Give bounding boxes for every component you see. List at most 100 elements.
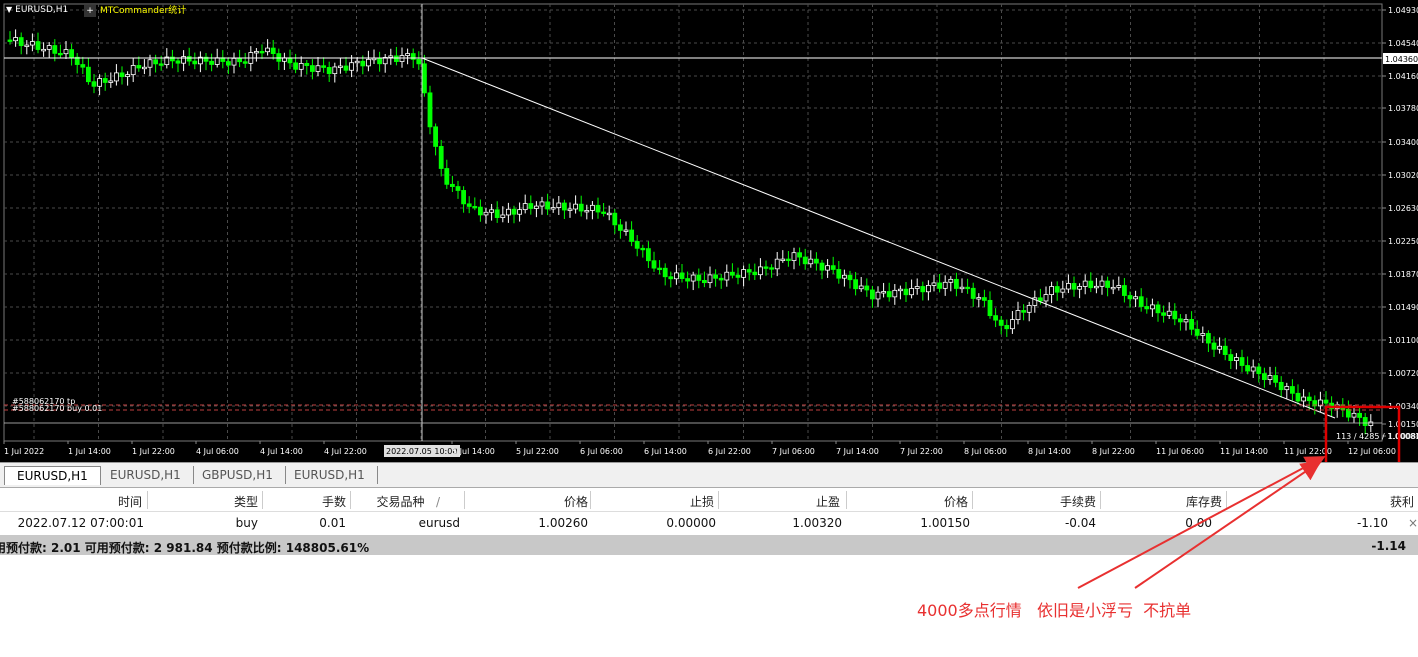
tab-eurusd-h1-1[interactable]: EURUSD,H1 (4, 466, 101, 485)
close-order-icon[interactable]: × (1408, 516, 1418, 530)
candle-body (461, 190, 467, 205)
col-price[interactable]: 价格 (564, 493, 588, 510)
col-profit[interactable]: 获利 (1390, 493, 1414, 510)
col-separator[interactable] (1100, 491, 1101, 509)
sort-icon: / (435, 495, 440, 509)
col-separator[interactable] (590, 491, 591, 509)
time-label: 7 Jul 06:00 (772, 447, 815, 456)
cell-current-price: 1.00150 (920, 516, 970, 530)
time-label: 6 Jul 22:00 (708, 447, 751, 456)
candle-body (1043, 294, 1049, 302)
candle-body (914, 286, 920, 289)
candle-body (1194, 328, 1200, 336)
col-separator[interactable] (972, 491, 973, 509)
cell-price: 1.00260 (538, 516, 588, 530)
candle-body (326, 67, 332, 75)
symbol-label[interactable]: ▼ EURUSD,H1 (6, 5, 68, 15)
candle-body (959, 286, 965, 290)
candle-body (948, 278, 954, 283)
col-time[interactable]: 时间 (118, 493, 142, 510)
dropdown-triangle-icon[interactable]: ▼ (6, 5, 12, 14)
summary-profit-total: -1.14 (1371, 539, 1406, 553)
candle-body (1273, 375, 1278, 383)
candle-body (1082, 280, 1088, 287)
candle-body (802, 256, 808, 265)
candle-body (702, 280, 707, 284)
candle-body (354, 60, 360, 64)
candle-body (875, 291, 881, 300)
candle-body (1245, 365, 1250, 372)
candle-body (29, 41, 35, 46)
col-lots[interactable]: 手数 (322, 493, 346, 510)
col-stoploss[interactable]: 止损 (690, 493, 714, 510)
tab-eurusd-h1-3[interactable]: EURUSD,H1 (282, 466, 378, 484)
crosshair-readout: 113 / 4285 / 1.00081 (1336, 432, 1418, 441)
candle-body (1071, 283, 1077, 290)
table-row[interactable]: 2022.07.12 07:00:01 buy 0.01 eurusd 1.00… (0, 512, 1418, 534)
col-separator[interactable] (262, 491, 263, 509)
col-separator[interactable] (1226, 491, 1227, 509)
col-separator[interactable] (718, 491, 719, 509)
col-type[interactable]: 类型 (234, 493, 258, 510)
candle-body (91, 81, 97, 87)
candle-body (646, 248, 651, 262)
candle-body (1267, 375, 1273, 380)
candle-body (13, 37, 19, 42)
candle-body (970, 287, 976, 299)
time-label: 7 Jul 14:00 (836, 447, 879, 456)
candle-body (214, 57, 220, 65)
candle-body (444, 168, 450, 185)
cell-type: buy (235, 516, 258, 530)
candle-body (898, 288, 903, 292)
candle-body (1306, 396, 1312, 402)
candle-body (1077, 286, 1082, 290)
col-current-price[interactable]: 价格 (944, 493, 968, 510)
time-label: 6 Jul 14:00 (644, 447, 687, 456)
tab-eurusd-h1-2[interactable]: EURUSD,H1 (98, 466, 194, 484)
candle-body (937, 282, 942, 289)
candle-body (18, 37, 24, 47)
candle-body (63, 49, 69, 55)
candle-body (606, 212, 612, 216)
candle-body (674, 272, 679, 280)
col-takeprofit[interactable]: 止盈 (816, 493, 840, 510)
candle-body (993, 315, 998, 321)
plus-icon[interactable]: + (84, 5, 96, 17)
candle-body (1066, 283, 1071, 290)
candle-body (472, 206, 478, 209)
candle-body (578, 203, 584, 212)
col-swap[interactable]: 库存费 (1186, 493, 1222, 510)
candle-body (136, 65, 142, 69)
candle-body (881, 291, 886, 294)
candle-body (421, 63, 427, 94)
tab-gbpusd-h1[interactable]: GBPUSD,H1 (190, 466, 286, 484)
candle-body (416, 58, 422, 65)
candle-body (774, 258, 780, 270)
candle-body (965, 286, 970, 290)
candle-body (1166, 310, 1172, 316)
candle-body (528, 203, 534, 209)
time-label: 1 Jul 2022 (4, 447, 44, 456)
col-separator[interactable] (464, 491, 465, 509)
candle-body (886, 291, 892, 298)
candle-body (298, 63, 304, 70)
candle-body (97, 78, 102, 87)
candle-body (853, 279, 858, 290)
col-commission[interactable]: 手续费 (1060, 493, 1096, 510)
candle-body (399, 55, 405, 62)
candle-body (1094, 285, 1099, 289)
candle-body (466, 203, 472, 207)
trend-line[interactable] (421, 57, 1336, 419)
candle-body (108, 80, 114, 83)
candle-body (1010, 319, 1015, 330)
candle-body (942, 281, 948, 289)
candle-body (237, 57, 243, 63)
price-chart[interactable]: 1.04930 1.04540 1.04160 1.03780 1.03400 1.030… (0, 0, 1418, 462)
col-separator[interactable] (846, 491, 847, 509)
col-symbol[interactable]: 交易品种 / (376, 493, 440, 510)
chart-canvas[interactable]: 1.04930 1.04540 1.04160 1.03780 1.03400 1.030… (0, 0, 1418, 462)
col-separator[interactable] (350, 491, 351, 509)
cell-lots: 0.01 (319, 516, 346, 530)
col-separator[interactable] (147, 491, 148, 509)
time-label: 4 Jul 06:00 (196, 447, 239, 456)
